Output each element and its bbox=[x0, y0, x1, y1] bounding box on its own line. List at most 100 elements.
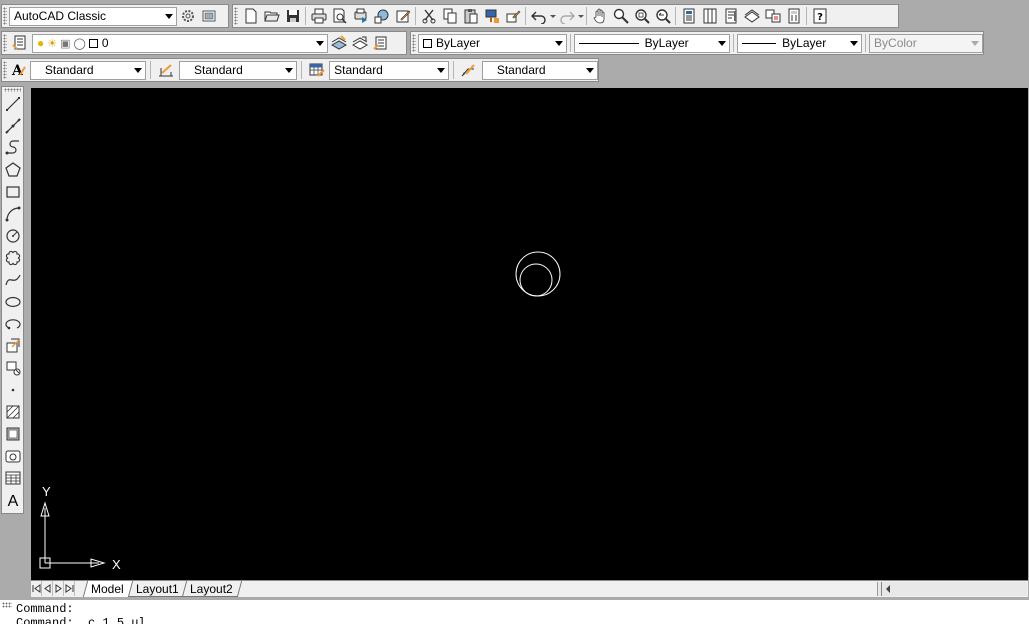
multiline-text-button[interactable]: A bbox=[2, 489, 23, 511]
chevron-down-icon[interactable] bbox=[436, 67, 445, 73]
table-style-dropdown[interactable]: Standard bbox=[329, 60, 449, 80]
tab-model[interactable]: Model bbox=[82, 581, 132, 597]
circle-button[interactable] bbox=[2, 225, 23, 247]
scrollbar-split-handle[interactable] bbox=[878, 582, 882, 596]
properties-button[interactable] bbox=[678, 6, 699, 26]
tool-palettes-button[interactable] bbox=[720, 6, 741, 26]
undo-button[interactable] bbox=[528, 6, 549, 26]
3d-dwf-button[interactable] bbox=[371, 6, 392, 26]
chevron-down-icon[interactable] bbox=[165, 13, 173, 19]
drawing-canvas[interactable]: Y X bbox=[31, 88, 1028, 580]
revision-cloud-button[interactable] bbox=[2, 247, 23, 269]
layer-properties-manager-button[interactable] bbox=[9, 33, 30, 53]
insert-block-button[interactable] bbox=[2, 335, 23, 357]
chevron-down-icon[interactable] bbox=[316, 40, 324, 46]
command-window-grip[interactable] bbox=[2, 602, 12, 608]
lineweight-control-dropdown[interactable]: ByLayer bbox=[737, 33, 863, 53]
ellipse-button[interactable] bbox=[2, 291, 23, 313]
spline-button[interactable] bbox=[2, 269, 23, 291]
next-tab-button[interactable] bbox=[53, 581, 64, 596]
table-button[interactable] bbox=[2, 467, 23, 489]
cut-button[interactable] bbox=[418, 6, 439, 26]
layer-dropdown[interactable]: ● ☀ ▣ ◯ 0 bbox=[32, 33, 328, 53]
plot-button[interactable] bbox=[308, 6, 329, 26]
chevron-down-icon[interactable] bbox=[285, 67, 294, 73]
publish-button[interactable] bbox=[350, 6, 371, 26]
table-icon bbox=[5, 471, 20, 485]
chevron-down-icon[interactable] bbox=[134, 67, 143, 73]
first-tab-button[interactable] bbox=[31, 581, 42, 596]
layer-states-button[interactable] bbox=[370, 33, 391, 53]
paste-button[interactable] bbox=[460, 6, 481, 26]
zoom-window-button[interactable] bbox=[631, 6, 652, 26]
make-block-button[interactable] bbox=[2, 357, 23, 379]
help-button[interactable]: ? bbox=[809, 6, 830, 26]
color-control-dropdown[interactable]: ByLayer bbox=[417, 33, 567, 53]
toolbar-grip[interactable] bbox=[412, 34, 416, 52]
match-properties-button[interactable] bbox=[481, 6, 502, 26]
tab-layout2[interactable]: Layout2 bbox=[182, 581, 243, 597]
construction-line-button[interactable] bbox=[2, 115, 23, 137]
toolbar-grip[interactable] bbox=[4, 88, 21, 92]
chevron-down-icon[interactable] bbox=[586, 67, 595, 73]
zoom-previous-button[interactable] bbox=[652, 6, 673, 26]
multileader-style-dropdown[interactable]: Standard bbox=[481, 60, 599, 80]
command-window[interactable]: Command: Command: _c 1 5 ul bbox=[0, 600, 1029, 624]
redo-button[interactable] bbox=[556, 6, 577, 26]
tab-layout1[interactable]: Layout1 bbox=[127, 581, 187, 597]
design-center-button[interactable] bbox=[699, 6, 720, 26]
toolbar-grip[interactable] bbox=[3, 61, 7, 79]
copy-button[interactable] bbox=[439, 6, 460, 26]
markup-set-manager-button[interactable] bbox=[762, 6, 783, 26]
zoom-window-icon bbox=[634, 9, 650, 24]
save-button[interactable] bbox=[282, 6, 303, 26]
arc-button[interactable] bbox=[2, 203, 23, 225]
clean-screen-button[interactable] bbox=[198, 6, 219, 26]
dimension-style-dropdown[interactable]: Standard bbox=[179, 60, 298, 80]
pan-button[interactable] bbox=[589, 6, 610, 26]
table-style-button[interactable] bbox=[306, 60, 327, 80]
plot-preview-button[interactable] bbox=[329, 6, 350, 26]
gradient-button[interactable] bbox=[2, 423, 23, 445]
horizontal-scrollbar[interactable] bbox=[877, 582, 1027, 596]
zoom-realtime-button[interactable] bbox=[610, 6, 631, 26]
polyline-button[interactable] bbox=[2, 137, 23, 159]
last-tab-button[interactable] bbox=[64, 581, 75, 596]
redo-dropdown-arrow[interactable] bbox=[577, 15, 584, 18]
point-button[interactable] bbox=[2, 379, 23, 401]
drawn-circle-small[interactable] bbox=[519, 263, 553, 297]
undo-dropdown-arrow[interactable] bbox=[549, 15, 556, 18]
toolbar-grip[interactable] bbox=[3, 34, 7, 52]
linetype-control-dropdown[interactable]: ByLayer bbox=[573, 33, 731, 53]
hatch-button[interactable] bbox=[2, 401, 23, 423]
model-space: Y X bbox=[39, 251, 561, 572]
workspace-dropdown[interactable]: AutoCAD Classic bbox=[9, 6, 177, 26]
make-object-layer-current-button[interactable] bbox=[328, 33, 349, 53]
xline-icon bbox=[4, 118, 21, 134]
open-button[interactable] bbox=[261, 6, 282, 26]
chevron-down-icon[interactable] bbox=[850, 40, 859, 46]
qnew-button[interactable] bbox=[240, 6, 261, 26]
region-button[interactable] bbox=[2, 445, 23, 467]
zoom-icon bbox=[613, 8, 629, 24]
workspace-settings-button[interactable] bbox=[177, 6, 198, 26]
toolbar-grip[interactable] bbox=[3, 7, 7, 25]
polygon-button[interactable] bbox=[2, 159, 23, 181]
block-editor-button[interactable] bbox=[502, 6, 523, 26]
line-button[interactable] bbox=[2, 93, 23, 115]
rectangle-button[interactable] bbox=[2, 181, 23, 203]
dimension-style-button[interactable] bbox=[155, 60, 176, 80]
chevron-down-icon[interactable] bbox=[554, 40, 563, 46]
etransmit-button[interactable] bbox=[392, 6, 413, 26]
scroll-left-button[interactable] bbox=[886, 585, 890, 593]
previous-tab-button[interactable] bbox=[42, 581, 53, 596]
ellipse-arc-button[interactable] bbox=[2, 313, 23, 335]
quickcalc-button[interactable] bbox=[783, 6, 804, 26]
text-style-button[interactable]: A bbox=[9, 60, 30, 80]
multileader-style-button[interactable] bbox=[458, 60, 479, 80]
layer-previous-button[interactable] bbox=[349, 33, 370, 53]
text-style-dropdown[interactable]: Standard bbox=[29, 60, 147, 80]
toolbar-grip[interactable] bbox=[234, 7, 238, 25]
sheet-set-manager-button[interactable] bbox=[741, 6, 762, 26]
chevron-down-icon[interactable] bbox=[718, 40, 727, 46]
